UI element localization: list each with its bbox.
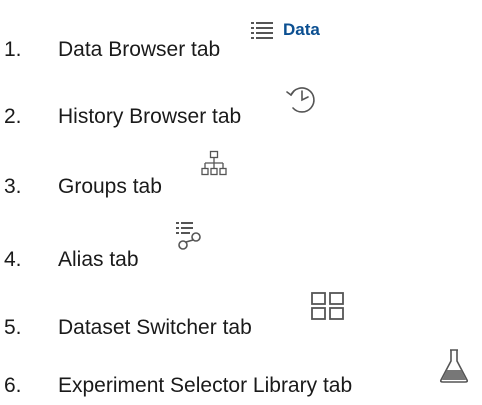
hierarchy-icon (200, 150, 228, 178)
item-label: Groups tab (58, 175, 162, 198)
item-label: Alias tab (58, 248, 139, 271)
item-label: Dataset Switcher tab (58, 316, 252, 339)
list-item-dataset-switcher: 5. Dataset Switcher tab (0, 313, 482, 343)
item-number: 2. (4, 105, 22, 128)
list-item-experiment-selector-library: 6. Experiment Selector Library tab (0, 371, 482, 401)
item-label: History Browser tab (58, 105, 242, 128)
item-number: 6. (4, 374, 22, 397)
item-number: 4. (4, 248, 22, 271)
item-number: 5. (4, 316, 22, 339)
list-icon (250, 20, 274, 42)
item-label: Data Browser tab (58, 38, 221, 61)
alias-link-icon (175, 220, 207, 254)
list-item-groups: 3. Groups tab (0, 172, 482, 202)
item-number: 1. (4, 38, 22, 61)
list-item-history-browser: 2. History Browser tab (0, 102, 482, 132)
history-clock-icon (283, 83, 319, 115)
grid-icon (310, 290, 346, 322)
item-number: 3. (4, 175, 22, 198)
list-item-data-browser: 1. Data Browser tab (0, 35, 482, 65)
list-item-alias: 4. Alias tab (0, 245, 482, 275)
data-icon-label: Data (283, 20, 320, 39)
flask-icon (438, 348, 470, 384)
item-label: Experiment Selector Library tab (58, 374, 353, 397)
